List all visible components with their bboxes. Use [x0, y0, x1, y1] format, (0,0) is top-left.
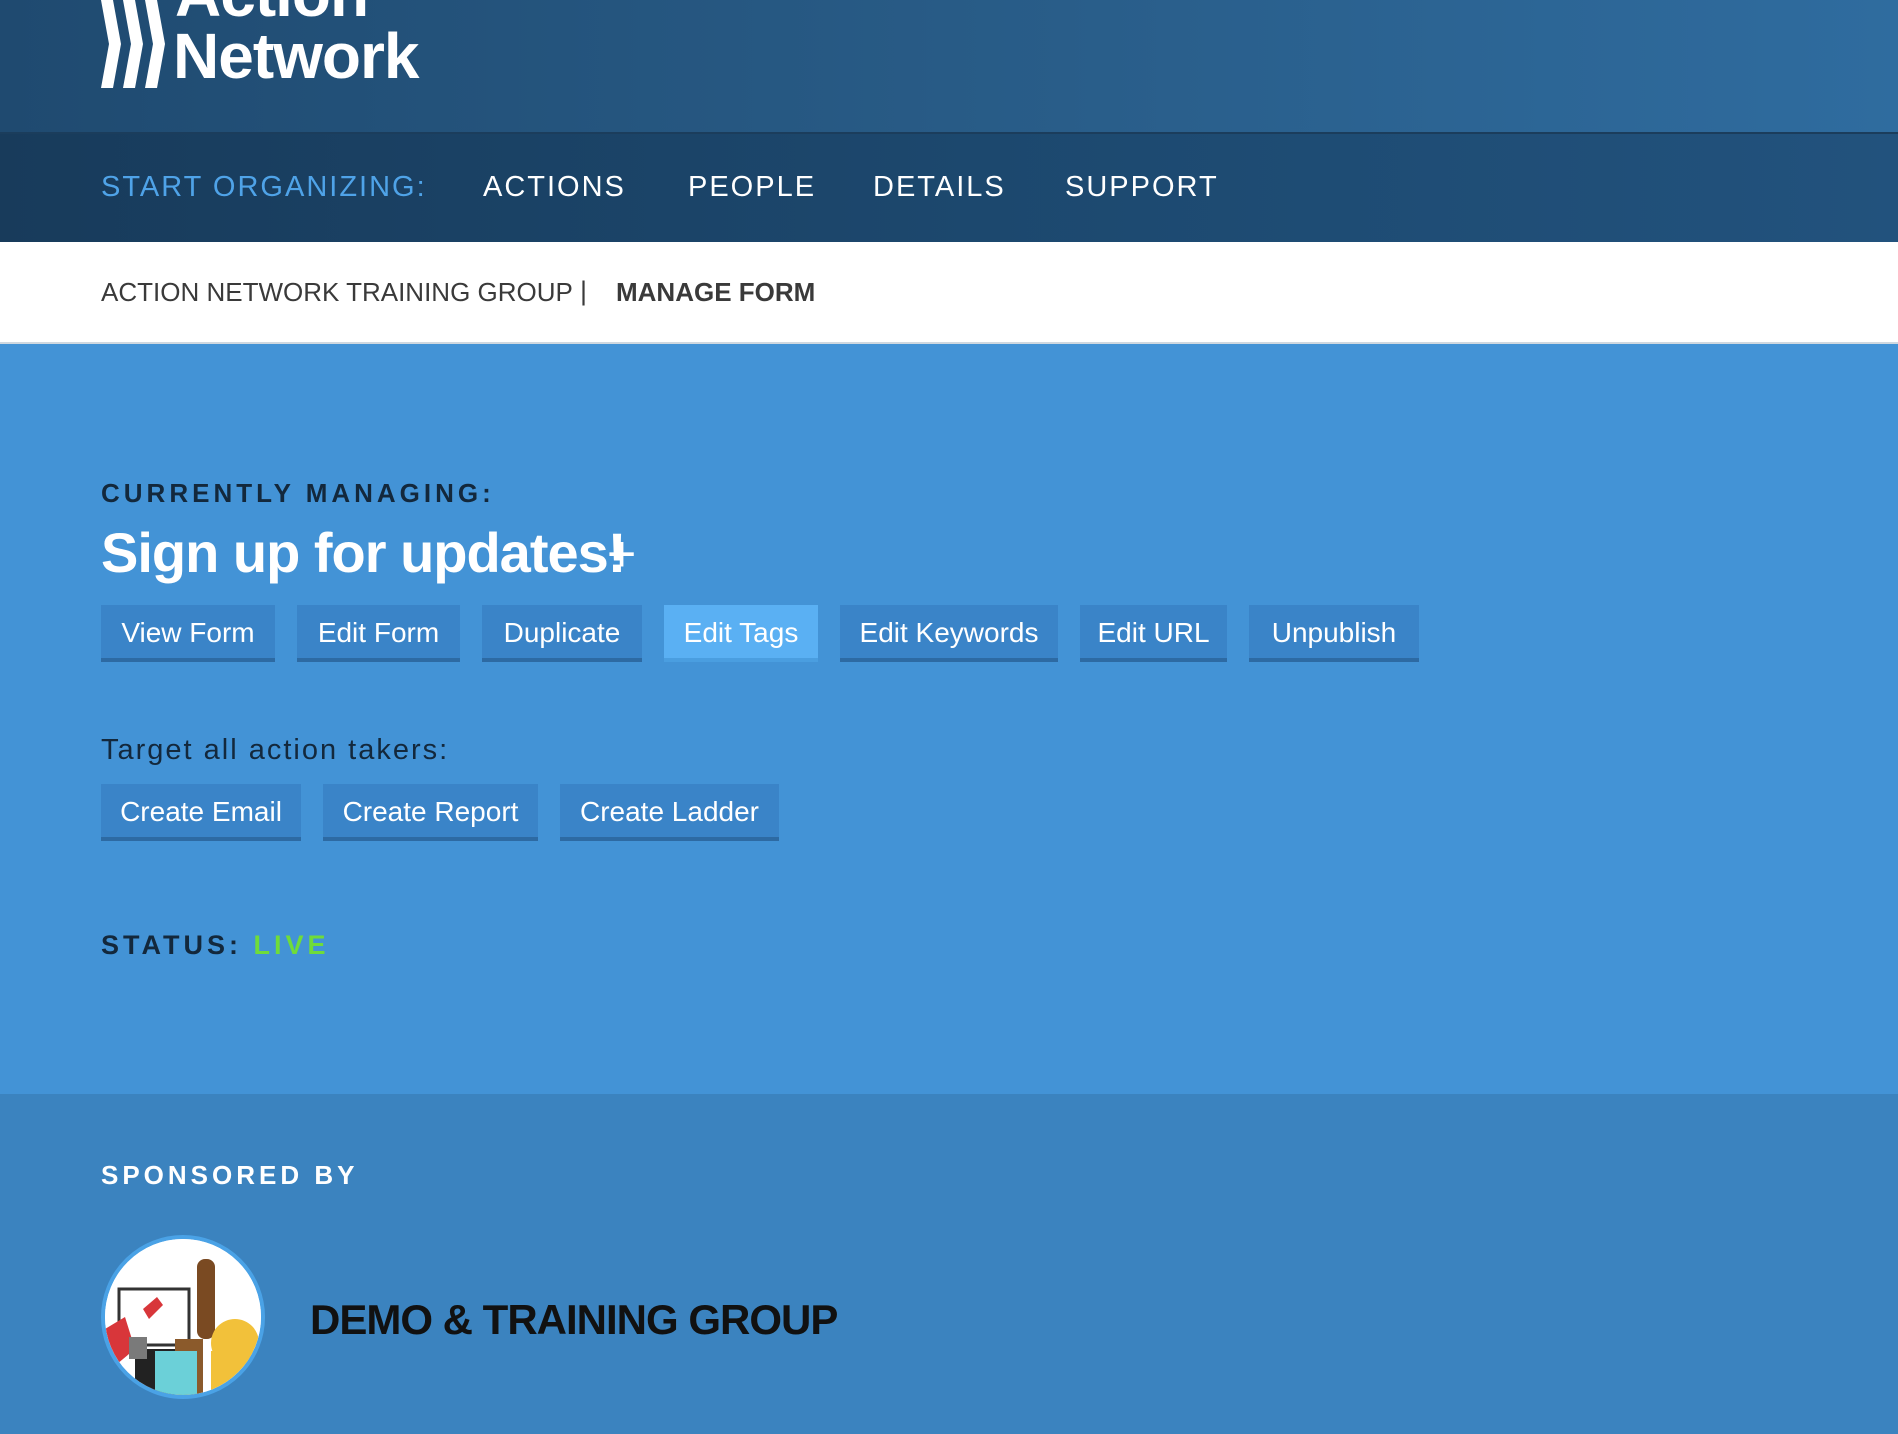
avatar[interactable]: [101, 1235, 265, 1399]
status-line: STATUS: LIVE: [101, 930, 330, 961]
page-title: Sign up for updates!: [101, 521, 626, 584]
nav-item-details[interactable]: DETAILS: [873, 171, 1006, 204]
sponsor-section: SPONSORED BY DEMO & TRAINING GROUP: [0, 1094, 1898, 1434]
main-nav: START ORGANIZING: ACTIONS PEOPLE DETAILS…: [0, 132, 1898, 242]
nav-prompt: START ORGANIZING:: [101, 171, 427, 203]
edit-tags-button[interactable]: Edit Tags: [664, 605, 818, 662]
unpublish-button[interactable]: Unpublish: [1249, 605, 1419, 662]
plus-icon[interactable]: +: [607, 524, 636, 584]
logo-text-line2: Network: [173, 20, 419, 92]
create-email-button[interactable]: Create Email: [101, 784, 301, 841]
nav-item-support[interactable]: SUPPORT: [1065, 171, 1219, 204]
nav-item-people[interactable]: PEOPLE: [688, 171, 816, 204]
status-label: STATUS:: [101, 930, 242, 960]
top-header: Action Network: [0, 0, 1898, 132]
manage-panel: CURRENTLY MANAGING: Sign up for updates!…: [0, 344, 1898, 1094]
action-network-logo[interactable]: Action Network: [101, 0, 481, 90]
edit-keywords-button[interactable]: Edit Keywords: [840, 605, 1058, 662]
target-label: Target all action takers:: [101, 734, 450, 766]
create-ladder-button[interactable]: Create Ladder: [560, 784, 779, 841]
breadcrumb-group[interactable]: ACTION NETWORK TRAINING GROUP: [101, 277, 573, 308]
breadcrumb-current: MANAGE FORM: [616, 277, 816, 307]
create-report-button[interactable]: Create Report: [323, 784, 538, 841]
edit-form-button[interactable]: Edit Form: [297, 605, 460, 662]
currently-managing-label: CURRENTLY MANAGING:: [101, 478, 495, 508]
edit-url-button[interactable]: Edit URL: [1080, 605, 1227, 662]
duplicate-button[interactable]: Duplicate: [482, 605, 642, 662]
breadcrumb: ACTION NETWORK TRAINING GROUP | MANAGE F…: [0, 242, 1898, 344]
sponsored-by-label: SPONSORED BY: [101, 1160, 359, 1190]
status-badge: LIVE: [253, 930, 330, 960]
logo-chevrons-icon: [101, 0, 165, 88]
breadcrumb-separator: |: [580, 276, 588, 306]
sponsor-name[interactable]: DEMO & TRAINING GROUP: [310, 1296, 838, 1344]
group-avatar-icon: [105, 1239, 261, 1395]
nav-item-actions[interactable]: ACTIONS: [483, 171, 626, 204]
view-form-button[interactable]: View Form: [101, 605, 275, 662]
